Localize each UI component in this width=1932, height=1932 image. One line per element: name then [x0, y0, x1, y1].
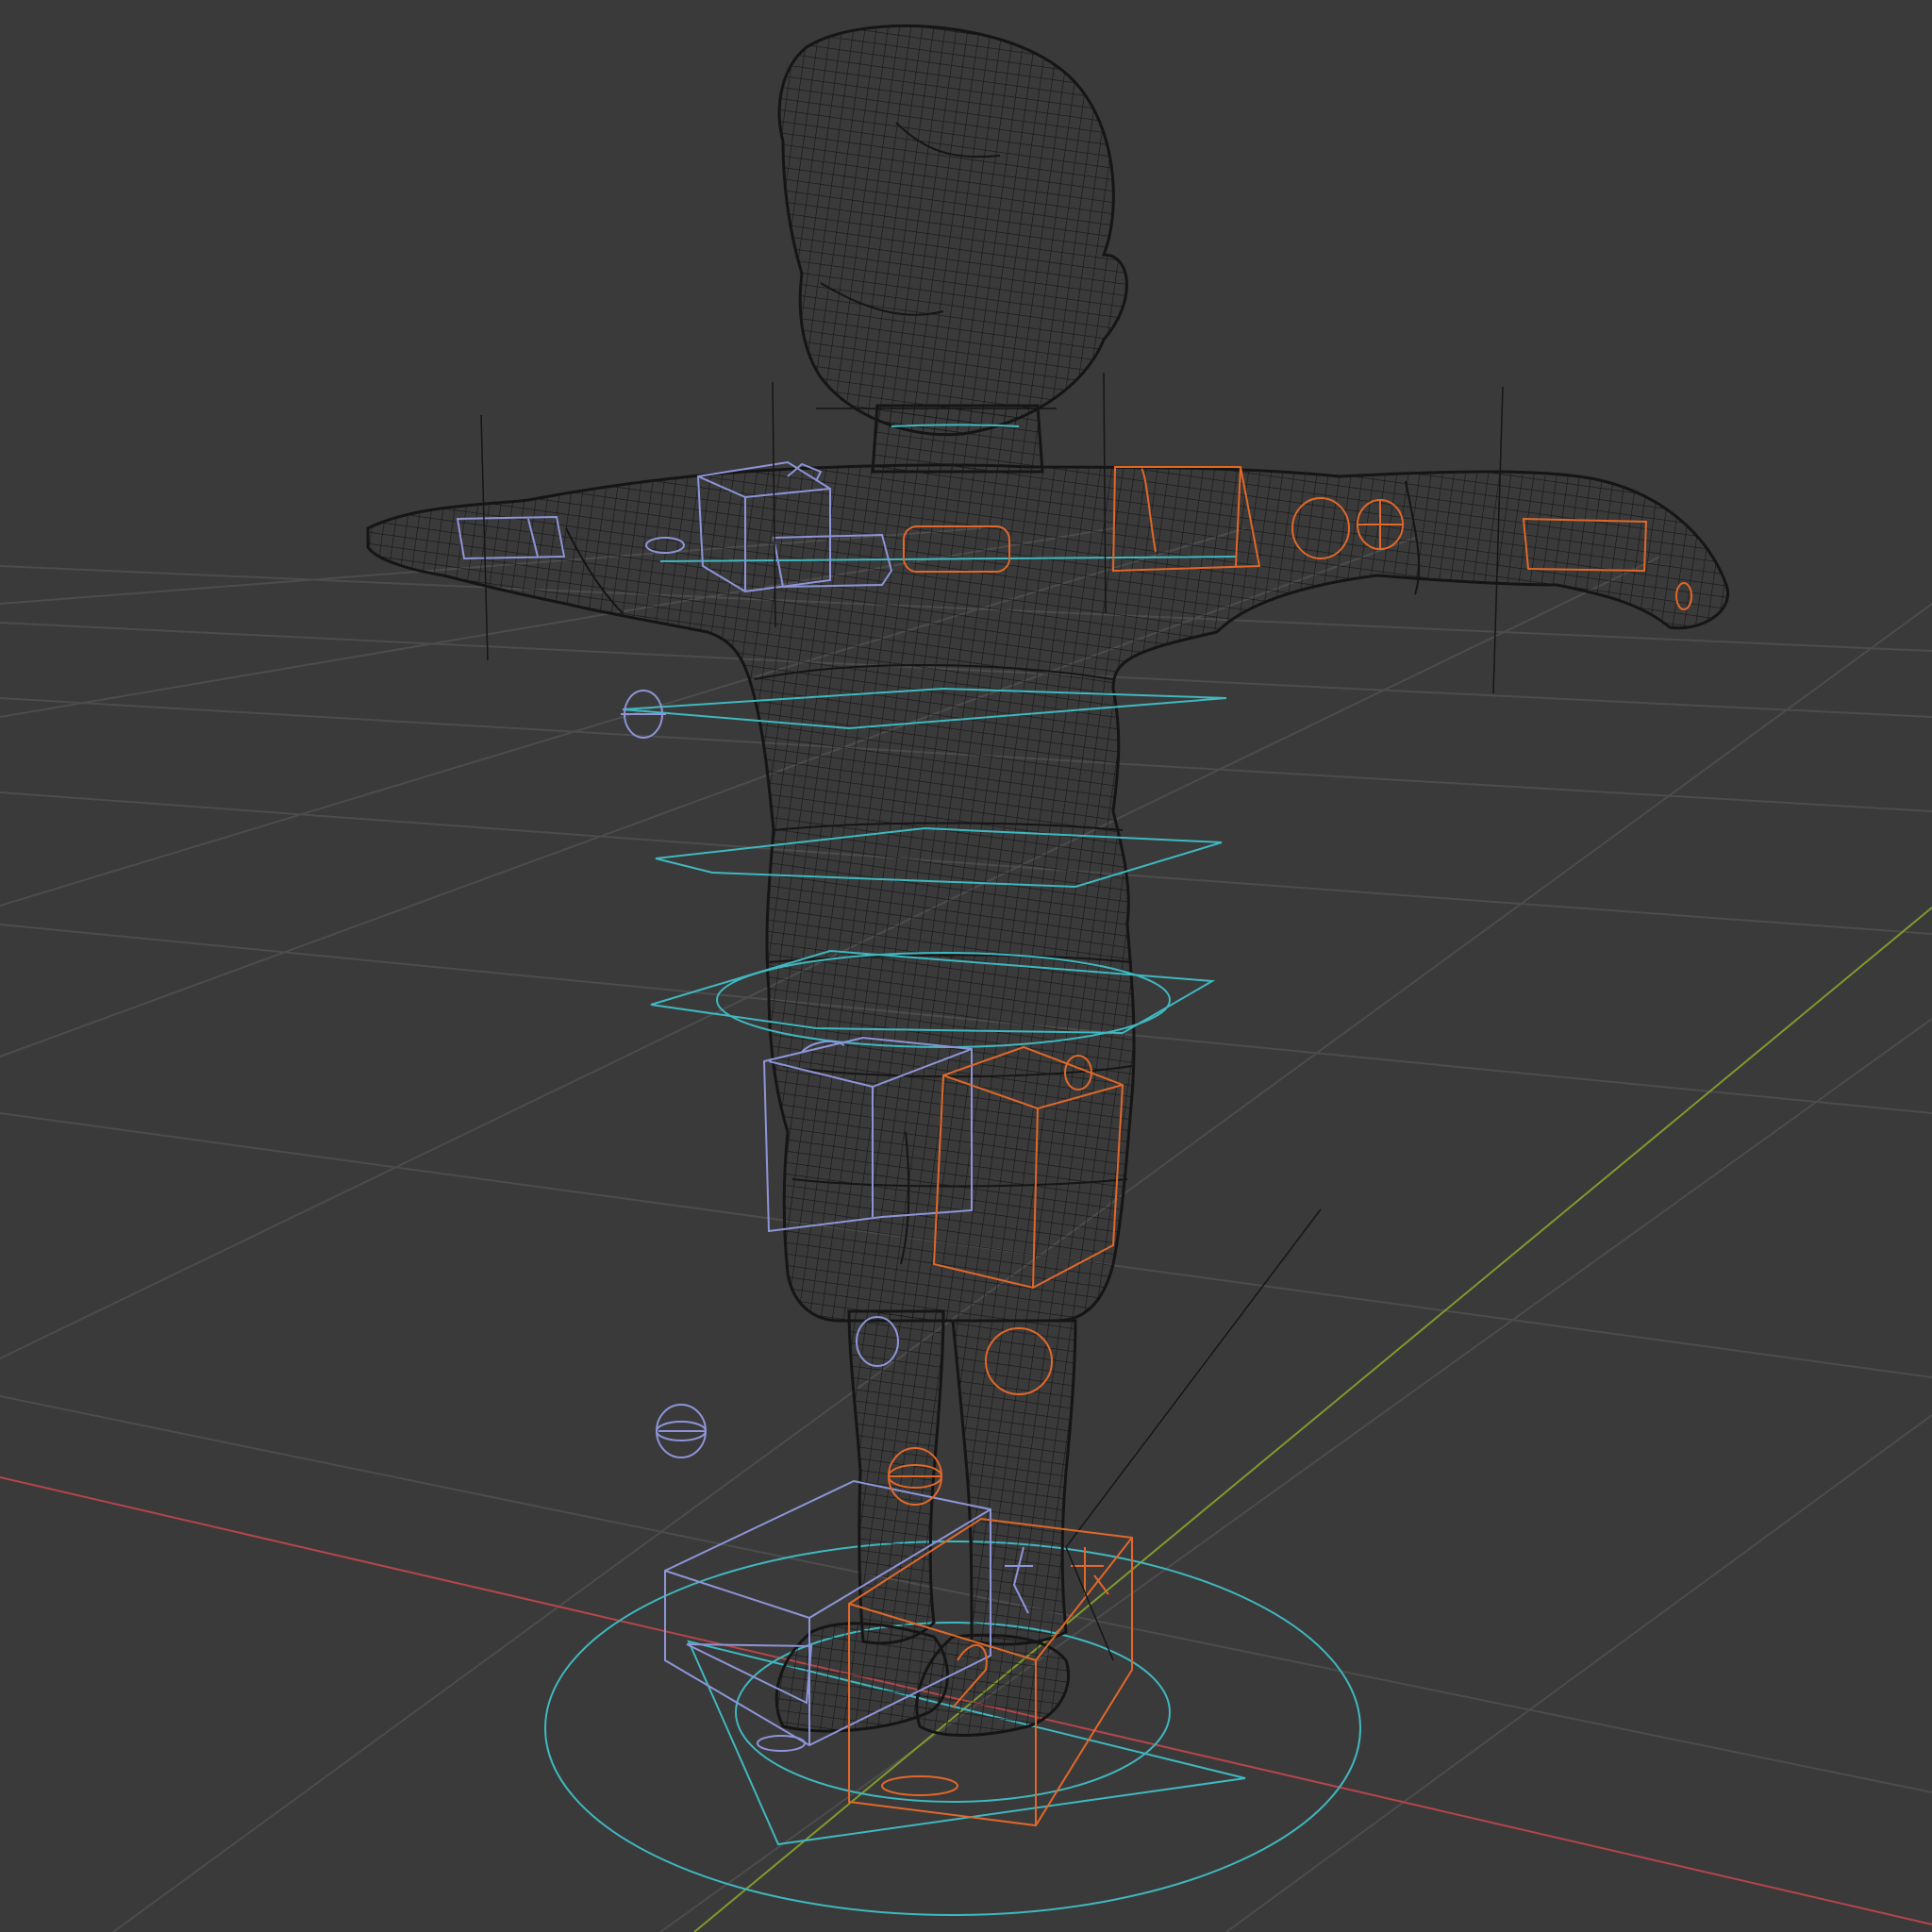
- neck-mesh: [871, 404, 1044, 474]
- character-mesh[interactable]: [366, 24, 1730, 1737]
- 3d-viewport[interactable]: [0, 0, 1932, 1932]
- head-mesh: [777, 24, 1128, 437]
- torso-mesh: [366, 463, 1730, 1323]
- right-leg-mesh: [951, 1319, 1077, 1646]
